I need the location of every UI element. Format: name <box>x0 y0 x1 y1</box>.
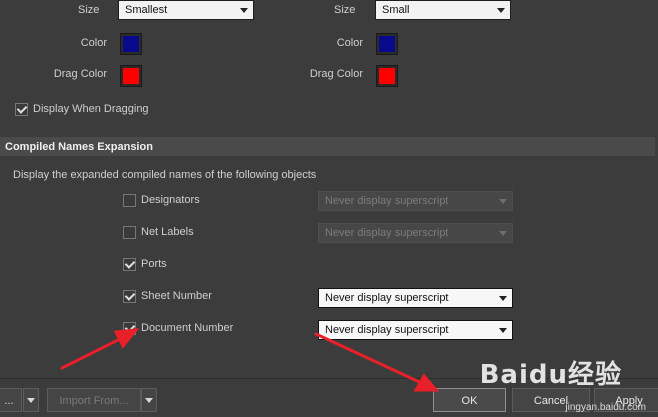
annotation-arrowhead-1 <box>113 328 140 349</box>
annotation-arrow-1 <box>60 333 130 370</box>
annotation-arrow-2 <box>314 332 430 388</box>
watermark-url: jingyan.baidu.com <box>565 402 646 413</box>
watermark-logo: Baidu经验 <box>479 360 622 390</box>
annotation-arrowhead-2 <box>413 373 440 392</box>
